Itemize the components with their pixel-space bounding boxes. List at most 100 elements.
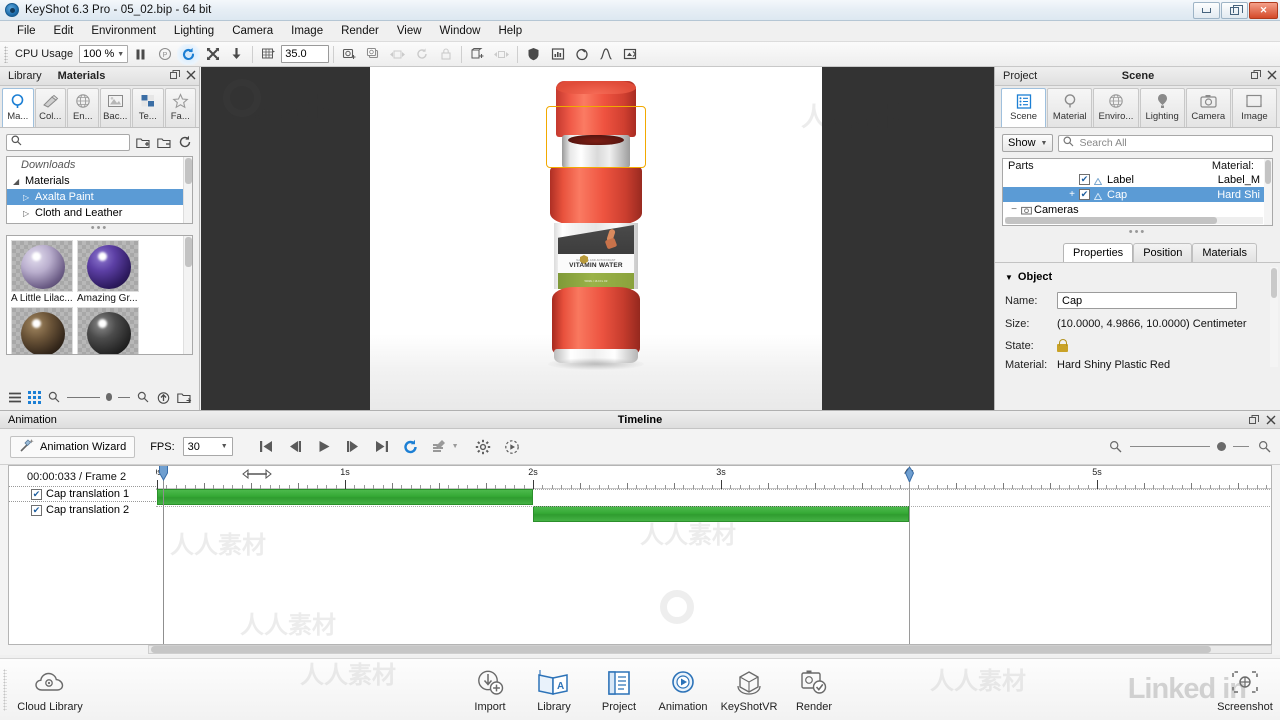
timeline-track-area[interactable]: 0s1s2s3s4s5s	[156, 465, 1272, 645]
play-button[interactable]	[311, 435, 337, 459]
animation-preview-button[interactable]	[499, 435, 525, 459]
add-layer-icon[interactable]	[466, 44, 489, 65]
menu-render[interactable]: Render	[332, 23, 388, 39]
material-item[interactable]	[77, 307, 139, 354]
minimize-button[interactable]	[1193, 2, 1220, 19]
go-to-end-button[interactable]	[369, 435, 395, 459]
object-name-input[interactable]: Cap	[1057, 292, 1237, 309]
timeline-ruler[interactable]: 0s1s2s3s4s5s	[156, 466, 1271, 489]
render-viewport[interactable]: NATURAL AND ANTIOXIDANT VITAMIN WATER 50…	[201, 67, 994, 410]
timeline-clip-bar[interactable]	[533, 506, 909, 522]
end-marker-line[interactable]	[909, 466, 910, 644]
loop-toggle-button[interactable]	[398, 435, 424, 459]
menu-file[interactable]: File	[8, 23, 45, 39]
track-row-cap-translation-2[interactable]: ✔ Cap translation 2	[9, 502, 156, 518]
expander-icon[interactable]: ▷	[23, 193, 35, 202]
import-folder-icon[interactable]	[177, 389, 192, 405]
scene-search-input[interactable]: Search All	[1058, 134, 1273, 152]
copy-camera-icon[interactable]	[362, 44, 385, 65]
undock-icon[interactable]	[1250, 69, 1261, 80]
project-button[interactable]: Project	[582, 665, 656, 714]
performance-mode-icon[interactable]: P	[153, 44, 176, 65]
render-button[interactable]: Render	[777, 665, 851, 714]
undock-icon[interactable]	[169, 69, 180, 80]
timeline-range-drag-handle[interactable]	[241, 469, 272, 479]
bottle-shoulder-part[interactable]	[550, 167, 642, 225]
panel-resize-grip[interactable]: •••	[0, 223, 199, 235]
lock-camera-icon[interactable]	[434, 44, 457, 65]
menu-window[interactable]: Window	[431, 23, 490, 39]
library-tree-scrollbar[interactable]	[183, 157, 192, 223]
render-canvas[interactable]: NATURAL AND ANTIOXIDANT VITAMIN WATER 50…	[370, 67, 822, 410]
scene-tab-material[interactable]: Material	[1047, 88, 1093, 127]
lib-tab-favorites[interactable]: Fa...	[164, 88, 196, 127]
parts-vertical-scrollbar[interactable]	[1264, 159, 1272, 225]
maximize-button[interactable]	[1221, 2, 1248, 19]
menu-edit[interactable]: Edit	[45, 23, 83, 39]
lib-tab-backplates[interactable]: Bac...	[99, 88, 131, 127]
lib-tab-textures[interactable]: Te...	[132, 88, 164, 127]
resize-icon[interactable]	[201, 44, 224, 65]
close-panel-icon[interactable]	[185, 69, 196, 80]
fps-dropdown[interactable]: 30 ▼	[182, 437, 233, 456]
reset-camera-icon[interactable]	[410, 44, 433, 65]
animation-button[interactable]: Animation	[646, 665, 720, 714]
refresh-render-icon[interactable]	[177, 43, 201, 65]
scene-tab-image[interactable]: Image	[1231, 88, 1278, 127]
undock-icon[interactable]	[1248, 414, 1259, 425]
histogram-icon[interactable]	[546, 44, 569, 65]
playhead-line[interactable]	[163, 466, 165, 644]
parts-tree[interactable]: Parts Material: ✔ Label Label_M + ✔ Cap …	[1002, 158, 1273, 226]
timeline-clip-bar[interactable]	[157, 489, 533, 505]
animation-settings-button[interactable]	[470, 435, 496, 459]
add-folder-icon[interactable]	[135, 134, 151, 150]
scene-tab-environment[interactable]: Enviro...	[1093, 88, 1139, 127]
tab-position[interactable]: Position	[1133, 243, 1193, 262]
prev-camera-icon[interactable]	[386, 44, 409, 65]
tree-item-axalta-paint[interactable]: ▷ Axalta Paint	[7, 189, 192, 205]
end-marker-handle[interactable]	[904, 466, 915, 484]
animation-wizard-button[interactable]: Animation Wizard	[10, 435, 136, 458]
tree-item-materials[interactable]: ◢ Materials	[7, 173, 192, 189]
grid-view-icon[interactable]	[28, 389, 42, 405]
add-camera-icon[interactable]	[338, 44, 361, 65]
expander-icon[interactable]: ◢	[13, 177, 25, 186]
track-enable-checkbox[interactable]: ✔	[31, 504, 42, 516]
scene-tab-camera[interactable]: Camera	[1185, 88, 1231, 127]
cloud-library-button[interactable]: Cloud Library	[13, 665, 87, 714]
step-forward-button[interactable]	[340, 435, 366, 459]
chevron-down-icon[interactable]: ▼	[452, 443, 459, 450]
pause-icon[interactable]	[129, 44, 152, 65]
zoom-in-icon[interactable]	[1256, 439, 1272, 455]
material-item[interactable]: Amazing Gr...	[77, 240, 139, 305]
layer-nav-icon[interactable]	[490, 44, 513, 65]
part-row-label[interactable]: ✔ Label Label_M	[1003, 172, 1272, 187]
expander-icon[interactable]: −	[1007, 204, 1021, 215]
tab-properties[interactable]: Properties	[1063, 243, 1134, 262]
step-back-button[interactable]	[282, 435, 308, 459]
track-enable-checkbox[interactable]: ✔	[31, 488, 42, 500]
parts-resize-grip[interactable]: •••	[995, 227, 1280, 239]
close-panel-icon[interactable]	[1266, 69, 1277, 80]
remove-folder-icon[interactable]	[156, 134, 172, 150]
zoom-out-icon[interactable]	[1107, 439, 1123, 455]
export-image-icon[interactable]	[618, 44, 641, 65]
tree-item-downloads[interactable]: Downloads	[7, 157, 192, 173]
library-button[interactable]: A Library	[517, 665, 591, 714]
lib-tab-colors[interactable]: Col...	[34, 88, 66, 127]
menu-camera[interactable]: Camera	[223, 23, 282, 39]
playhead-handle[interactable]	[159, 466, 169, 482]
part-row-cameras[interactable]: − Cameras	[1003, 202, 1272, 217]
zoom-in-icon[interactable]	[136, 389, 150, 405]
menu-environment[interactable]: Environment	[82, 23, 165, 39]
unlock-icon[interactable]	[1057, 339, 1068, 352]
thumbnail-size-slider[interactable]	[67, 396, 100, 398]
scene-tab-lighting[interactable]: Lighting	[1139, 88, 1185, 127]
material-grid-scrollbar[interactable]	[183, 236, 192, 354]
timeline-horizontal-scrollbar[interactable]	[148, 645, 1272, 654]
expander-icon[interactable]: +	[1065, 189, 1079, 200]
library-tree[interactable]: Downloads ◢ Materials ▷ Axalta Paint ▷ C…	[6, 156, 193, 224]
keyshotvr-button[interactable]: KeyShotVR	[712, 665, 786, 714]
list-view-icon[interactable]	[8, 389, 22, 405]
part-row-cap[interactable]: + ✔ Cap Hard Shi	[1003, 187, 1272, 202]
